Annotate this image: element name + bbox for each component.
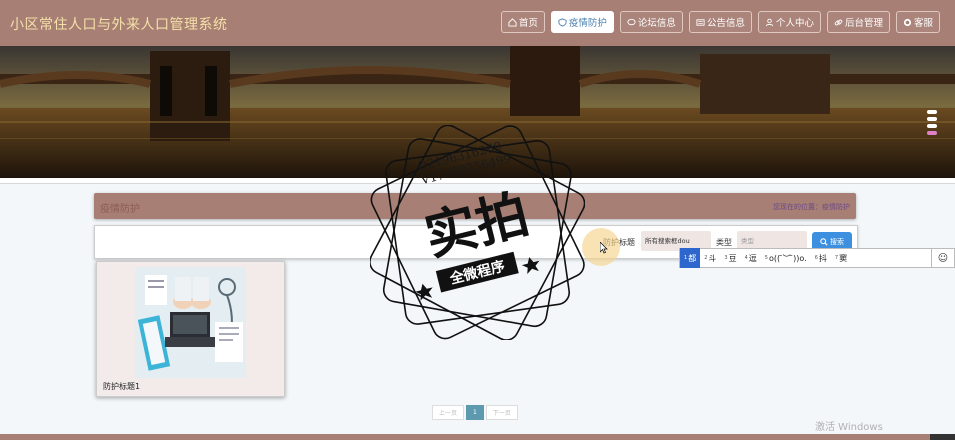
carousel-dot[interactable] xyxy=(927,110,937,114)
nav-item-epidemic-protection[interactable]: 疫情防护 xyxy=(550,11,614,33)
type-filter-label: 类型 xyxy=(716,238,732,247)
candidate-text: 逗 xyxy=(748,253,757,263)
nav-item-forum[interactable]: 论坛信息 xyxy=(619,11,683,33)
ime-candidate[interactable]: 3豆 xyxy=(720,248,740,268)
headset-icon xyxy=(903,18,912,26)
candidate-text: 抖 xyxy=(818,253,827,263)
candidate-number: 2 xyxy=(704,255,708,261)
candidate-number: 7 xyxy=(834,255,839,261)
nav-label: 公告信息 xyxy=(706,18,745,29)
candidate-number: 4 xyxy=(744,255,748,261)
card-image[interactable] xyxy=(135,267,246,378)
ime-candidate[interactable]: 1都 xyxy=(680,248,701,268)
footer-strip xyxy=(0,434,955,440)
ime-candidate[interactable]: 7窦 xyxy=(831,248,851,268)
candidate-text: 窦 xyxy=(839,253,848,263)
ime-candidate[interactable]: 5 o(( ̄︶ ̄))o. xyxy=(761,248,811,268)
breadcrumb: 您现在的位置：疫情防护 xyxy=(773,203,850,211)
top-navigation-bar: 小区常住人口与外来人口管理系统 首页 疫情防护 论坛信息 公告信息 个人中心 后… xyxy=(0,0,955,46)
shield-icon xyxy=(558,17,567,27)
ime-candidate-bar: 1都 2斗 3豆 4逗 5 o(( ̄︶ ̄))o. 6抖 7窦 ☺ xyxy=(679,248,955,268)
nav-item-admin[interactable]: 后台管理 xyxy=(826,11,890,33)
ime-candidate[interactable]: 2斗 xyxy=(700,248,720,268)
windows-activation-notice: 激活 Windows xyxy=(815,422,883,433)
nav-item-personal-center[interactable]: 个人中心 xyxy=(757,11,821,33)
nav-label: 疫情防护 xyxy=(568,18,607,29)
carousel-dot-active[interactable] xyxy=(927,131,937,135)
nav-label: 首页 xyxy=(518,18,538,29)
section-title: 疫情防护 xyxy=(100,204,140,215)
candidate-number: 3 xyxy=(724,255,728,261)
watermark-main-text: 实拍 xyxy=(419,184,534,267)
nav-item-customer-service[interactable]: 客服 xyxy=(895,11,940,33)
carousel-dot[interactable] xyxy=(927,124,937,128)
search-button-label: 搜索 xyxy=(830,238,844,246)
nav-label: 个人中心 xyxy=(775,18,814,29)
candidate-number: 5 xyxy=(764,255,768,261)
announcement-icon xyxy=(696,18,705,26)
taskbar-corner xyxy=(930,434,955,440)
protection-card[interactable]: 防护标题1 xyxy=(96,261,285,397)
candidate-text: o(( ̄︶ ̄))o. xyxy=(768,253,807,263)
chat-icon xyxy=(627,18,636,25)
site-title[interactable]: 小区常住人口与外来人口管理系统 xyxy=(10,14,228,34)
ime-candidate[interactable]: 6抖 xyxy=(811,248,831,268)
nav-label: 客服 xyxy=(913,18,933,29)
search-icon xyxy=(820,238,828,246)
home-icon xyxy=(508,17,517,27)
pagination: 上一页 1 下一页 xyxy=(432,405,518,420)
nav-item-home[interactable]: 首页 xyxy=(500,11,545,33)
candidate-number: 6 xyxy=(814,255,818,261)
candidate-text: 斗 xyxy=(708,253,717,263)
nav-label: 论坛信息 xyxy=(637,18,676,29)
prev-page-button[interactable]: 上一页 xyxy=(432,405,465,420)
candidate-text: 都 xyxy=(688,253,697,263)
emoji-icon[interactable]: ☺ xyxy=(931,248,954,268)
nav-label: 后台管理 xyxy=(844,18,883,29)
mouse-cursor-icon xyxy=(600,242,608,254)
card-title[interactable]: 防护标题1 xyxy=(103,381,140,392)
page-number-current[interactable]: 1 xyxy=(466,405,484,420)
nav-item-announcements[interactable]: 公告信息 xyxy=(688,11,752,33)
carousel-dot[interactable] xyxy=(927,117,937,121)
next-page-button[interactable]: 下一页 xyxy=(485,405,518,420)
carousel-indicators[interactable] xyxy=(927,110,937,135)
main-nav: 首页 疫情防护 论坛信息 公告信息 个人中心 后台管理 客服 xyxy=(500,11,940,33)
candidate-text: 豆 xyxy=(728,253,737,263)
user-icon xyxy=(765,18,774,26)
link-icon xyxy=(834,19,843,25)
ime-candidate[interactable]: 4逗 xyxy=(741,248,761,268)
candidate-number: 1 xyxy=(684,255,688,261)
